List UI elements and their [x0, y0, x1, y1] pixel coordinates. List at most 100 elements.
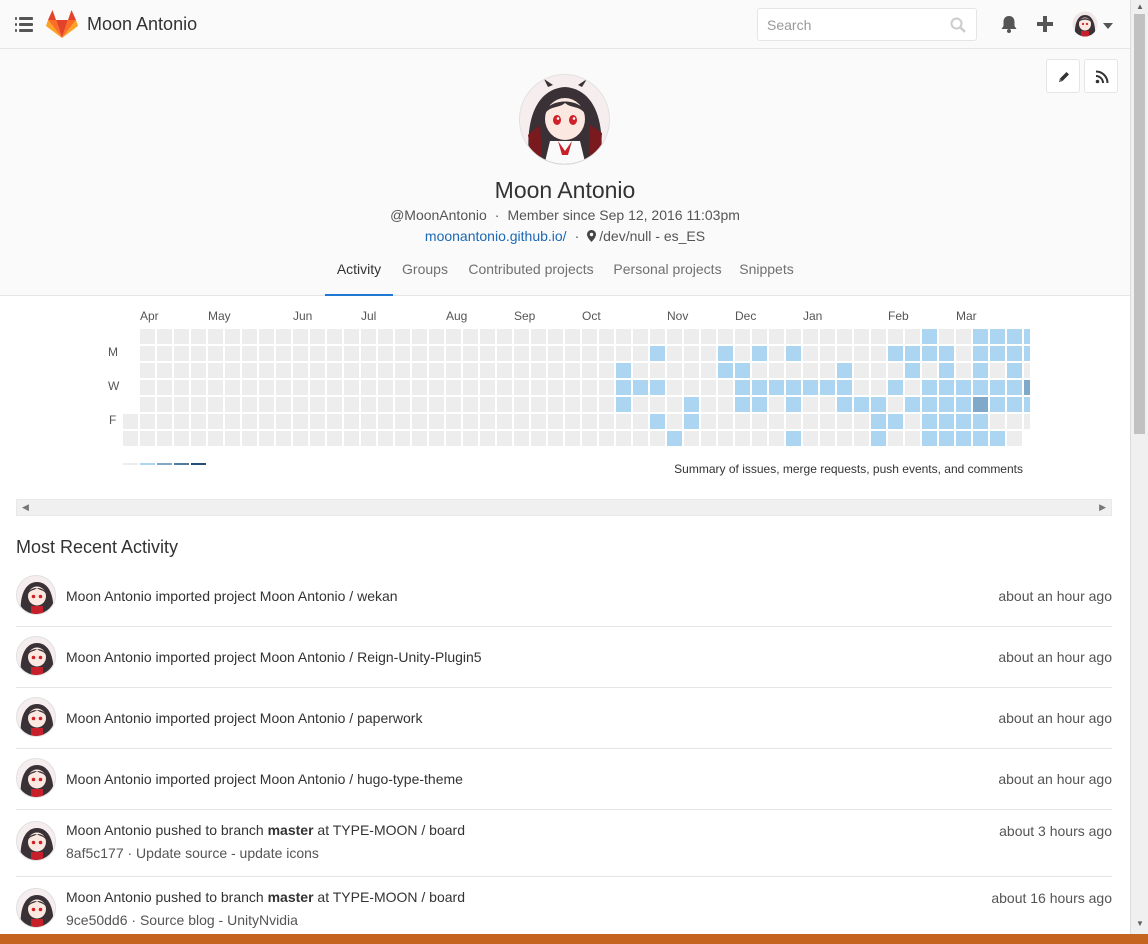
calendar-day-cell[interactable] — [871, 380, 886, 395]
calendar-day-cell[interactable] — [276, 346, 291, 361]
calendar-day-cell[interactable] — [565, 380, 580, 395]
user-avatar[interactable] — [1072, 11, 1098, 37]
calendar-day-cell[interactable] — [667, 431, 682, 446]
calendar-day-cell[interactable] — [939, 380, 954, 395]
calendar-day-cell[interactable] — [582, 380, 597, 395]
calendar-day-cell[interactable] — [208, 431, 223, 446]
calendar-day-cell[interactable] — [225, 329, 240, 344]
calendar-day-cell[interactable] — [412, 363, 427, 378]
calendar-day-cell[interactable] — [837, 431, 852, 446]
calendar-day-cell[interactable] — [871, 431, 886, 446]
calendar-day-cell[interactable] — [293, 329, 308, 344]
calendar-day-cell[interactable] — [242, 397, 257, 412]
calendar-day-cell[interactable] — [123, 431, 138, 446]
calendar-day-cell[interactable] — [854, 397, 869, 412]
calendar-day-cell[interactable] — [208, 397, 223, 412]
calendar-day-cell[interactable] — [463, 329, 478, 344]
calendar-day-cell[interactable] — [344, 397, 359, 412]
calendar-day-cell[interactable] — [1007, 329, 1022, 344]
calendar-day-cell[interactable] — [1024, 329, 1030, 344]
calendar-day-cell[interactable] — [973, 329, 988, 344]
calendar-day-cell[interactable] — [803, 397, 818, 412]
calendar-day-cell[interactable] — [888, 397, 903, 412]
calendar-day-cell[interactable] — [854, 431, 869, 446]
calendar-day-cell[interactable] — [514, 380, 529, 395]
calendar-day-cell[interactable] — [616, 431, 631, 446]
calendar-day-cell[interactable] — [973, 346, 988, 361]
calendar-day-cell[interactable] — [191, 414, 206, 429]
calendar-day-cell[interactable] — [973, 397, 988, 412]
calendar-day-cell[interactable] — [208, 363, 223, 378]
calendar-day-cell[interactable] — [378, 414, 393, 429]
calendar-day-cell[interactable] — [667, 397, 682, 412]
calendar-day-cell[interactable] — [395, 431, 410, 446]
calendar-day-cell[interactable] — [242, 431, 257, 446]
event-branch-link[interactable]: master — [268, 822, 314, 838]
calendar-day-cell[interactable] — [157, 431, 172, 446]
calendar-day-cell[interactable] — [633, 363, 648, 378]
calendar-day-cell[interactable] — [344, 346, 359, 361]
tab-snippets[interactable]: Snippets — [735, 254, 798, 296]
calendar-day-cell[interactable] — [344, 380, 359, 395]
calendar-day-cell[interactable] — [463, 363, 478, 378]
calendar-day-cell[interactable] — [973, 363, 988, 378]
calendar-day-cell[interactable] — [327, 414, 342, 429]
calendar-day-cell[interactable] — [650, 397, 665, 412]
calendar-day-cell[interactable] — [803, 363, 818, 378]
calendar-day-cell[interactable] — [820, 380, 835, 395]
calendar-day-cell[interactable] — [990, 397, 1005, 412]
calendar-day-cell[interactable] — [684, 414, 699, 429]
calendar-day-cell[interactable] — [395, 363, 410, 378]
event-author-avatar[interactable] — [16, 697, 56, 737]
calendar-day-cell[interactable] — [752, 414, 767, 429]
calendar-day-cell[interactable] — [276, 431, 291, 446]
event-commit-detail[interactable]: 8af5c177 · Update source - update icons — [66, 845, 319, 861]
calendar-day-cell[interactable] — [667, 346, 682, 361]
calendar-day-cell[interactable] — [395, 346, 410, 361]
tab-contributed-projects[interactable]: Contributed projects — [462, 254, 600, 296]
calendar-day-cell[interactable] — [752, 380, 767, 395]
calendar-day-cell[interactable] — [259, 329, 274, 344]
calendar-day-cell[interactable] — [327, 380, 342, 395]
calendar-day-cell[interactable] — [140, 380, 155, 395]
calendar-day-cell[interactable] — [820, 431, 835, 446]
calendar-day-cell[interactable] — [786, 363, 801, 378]
tab-personal-projects[interactable]: Personal projects — [610, 254, 725, 296]
calendar-day-cell[interactable] — [310, 414, 325, 429]
calendar-day-cell[interactable] — [650, 346, 665, 361]
calendar-day-cell[interactable] — [684, 397, 699, 412]
calendar-day-cell[interactable] — [361, 329, 376, 344]
calendar-day-cell[interactable] — [259, 397, 274, 412]
calendar-day-cell[interactable] — [718, 431, 733, 446]
calendar-day-cell[interactable] — [633, 329, 648, 344]
calendar-day-cell[interactable] — [735, 431, 750, 446]
calendar-day-cell[interactable] — [922, 431, 937, 446]
calendar-day-cell[interactable] — [905, 414, 920, 429]
calendar-day-cell[interactable] — [378, 363, 393, 378]
calendar-day-cell[interactable] — [735, 329, 750, 344]
calendar-day-cell[interactable] — [327, 329, 342, 344]
calendar-day-cell[interactable] — [837, 329, 852, 344]
calendar-day-cell[interactable] — [412, 380, 427, 395]
scroll-right-icon[interactable]: ▶ — [1099, 502, 1106, 513]
calendar-day-cell[interactable] — [905, 346, 920, 361]
calendar-day-cell[interactable] — [956, 397, 971, 412]
calendar-day-cell[interactable] — [514, 431, 529, 446]
calendar-day-cell[interactable] — [565, 397, 580, 412]
calendar-day-cell[interactable] — [157, 346, 172, 361]
calendar-day-cell[interactable] — [769, 329, 784, 344]
calendar-day-cell[interactable] — [157, 380, 172, 395]
calendar-day-cell[interactable] — [208, 329, 223, 344]
calendar-day-cell[interactable] — [463, 346, 478, 361]
calendar-day-cell[interactable] — [871, 346, 886, 361]
search-box[interactable] — [757, 8, 977, 41]
calendar-day-cell[interactable] — [293, 431, 308, 446]
calendar-day-cell[interactable] — [803, 431, 818, 446]
calendar-day-cell[interactable] — [650, 431, 665, 446]
calendar-day-cell[interactable] — [871, 414, 886, 429]
calendar-day-cell[interactable] — [395, 380, 410, 395]
calendar-day-cell[interactable] — [973, 414, 988, 429]
calendar-day-cell[interactable] — [616, 380, 631, 395]
calendar-day-cell[interactable] — [327, 346, 342, 361]
calendar-day-cell[interactable] — [956, 431, 971, 446]
